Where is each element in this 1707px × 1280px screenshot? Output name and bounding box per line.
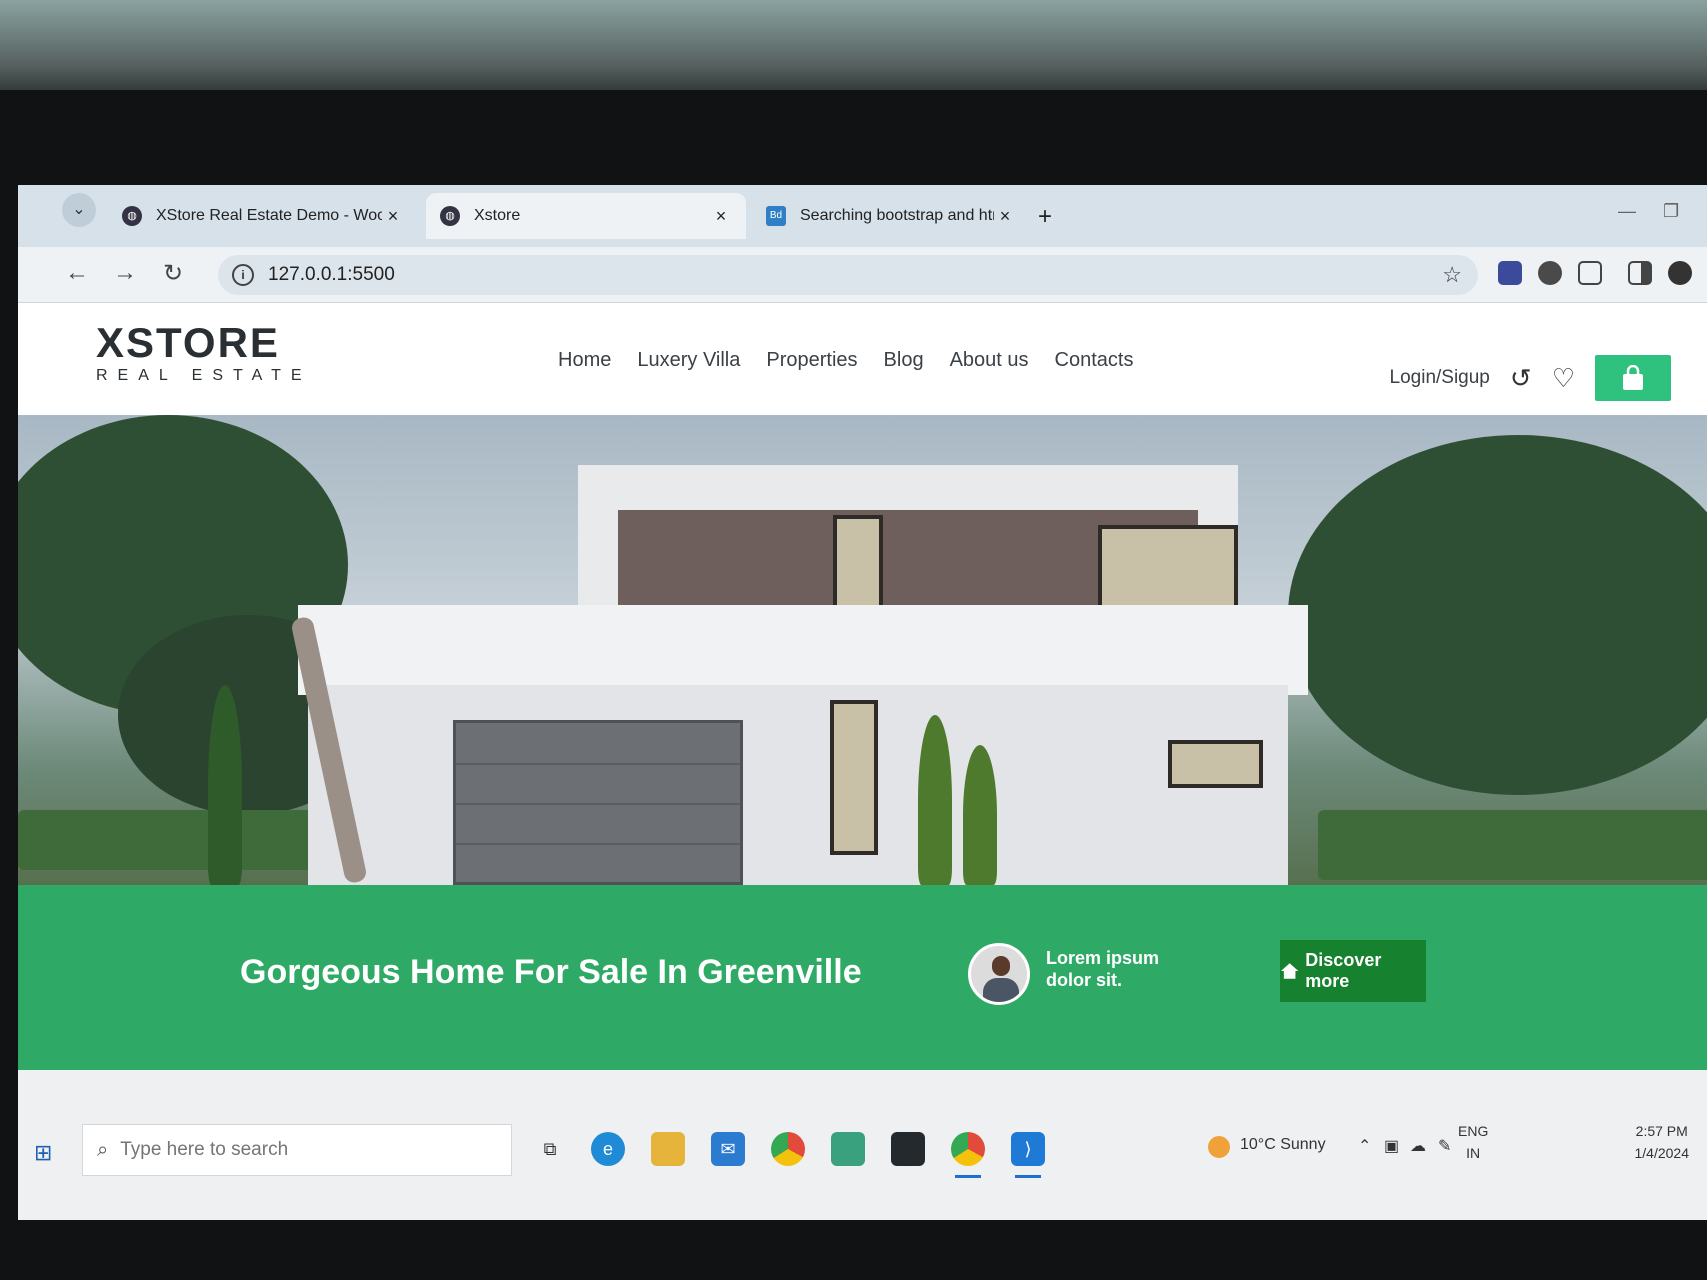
onedrive-icon[interactable]: ☁ [1410, 1136, 1426, 1156]
tab-title: Xstore [474, 207, 521, 224]
logo-main-text: XSTORE [96, 319, 280, 366]
globe-icon: ◍ [122, 206, 142, 226]
login-signup-link[interactable]: Login/Sigup [1390, 367, 1490, 389]
tab-xstore[interactable]: ◍ Xstore × [426, 193, 746, 239]
chrome-icon[interactable] [951, 1132, 985, 1178]
tab-title: XStore Real Estate Demo - Woo [156, 207, 382, 224]
file-explorer-icon[interactable] [651, 1132, 685, 1166]
menu-item-contacts[interactable]: Contacts [1055, 349, 1134, 372]
window [1168, 740, 1263, 788]
tab-bootstrap-search[interactable]: Bd Searching bootstrap and html e × [752, 193, 1030, 239]
screen: ⌄ ◍ XStore Real Estate Demo - Woo × ◍ Xs… [18, 185, 1707, 1220]
reload-icon[interactable]: ↻ [158, 259, 188, 288]
taskbar-search[interactable]: ⌕ [82, 1124, 512, 1176]
address-bar[interactable]: i 127.0.0.1:5500 ☆ [218, 255, 1478, 295]
menu-item-home[interactable]: Home [558, 349, 611, 372]
meet-icon[interactable]: ▣ [1384, 1136, 1399, 1156]
vscode-icon[interactable]: ⟩ [1011, 1132, 1045, 1178]
cypress-tree [963, 745, 997, 885]
garage-door [453, 720, 743, 885]
window [830, 700, 878, 855]
avatar-head [992, 956, 1010, 976]
menu-item-about[interactable]: About us [950, 349, 1029, 372]
minimize-icon[interactable]: — [1618, 201, 1636, 222]
pen-icon[interactable]: ✎ [1438, 1136, 1451, 1156]
main-menu: Home Luxery Villa Properties Blog About … [558, 349, 1133, 372]
agent-avatar[interactable] [968, 943, 1030, 1005]
clock-date: 1/4/2024 [1634, 1145, 1690, 1161]
hedge [1318, 810, 1707, 880]
menu-item-properties[interactable]: Properties [766, 349, 857, 372]
discover-more-label: Discover more [1305, 950, 1382, 991]
extension-icon[interactable] [1538, 261, 1562, 285]
system-clock[interactable]: 2:57 PM 1/4/2024 [1635, 1120, 1690, 1164]
agent-text: Lorem ipsum dolor sit. [1046, 948, 1160, 990]
taskbar: ⊞ ⌕ ⧉ e ✉ ⟩ 10°C Sunny ⌃ ▣ ☁ ✎ ENG IN 2:… [18, 1070, 1707, 1220]
site-info-icon[interactable]: i [232, 264, 254, 286]
compare-icon[interactable]: ↺ [1510, 363, 1532, 394]
browser-toolbar: ← → ↻ i 127.0.0.1:5500 ☆ [18, 247, 1707, 303]
hero-banner: Gorgeous Home For Sale In Greenville Lor… [18, 885, 1707, 1070]
discover-more-button[interactable]: Discover more [1280, 940, 1426, 1002]
mail-icon[interactable]: ✉ [711, 1132, 745, 1166]
puzzle-icon[interactable] [1578, 261, 1602, 285]
close-icon[interactable]: × [710, 206, 732, 227]
home-icon [1280, 963, 1299, 979]
header-actions: Login/Sigup ↺ ♡ [1390, 355, 1671, 401]
forward-arrow-icon[interactable]: → [110, 259, 140, 287]
chrome-icon[interactable] [771, 1132, 805, 1166]
tab-title: Searching bootstrap and html e [800, 207, 994, 224]
tab-search-button[interactable]: ⌄ [62, 193, 96, 227]
search-input[interactable] [120, 1139, 481, 1161]
back-arrow-icon[interactable]: ← [62, 259, 92, 287]
edge-icon[interactable]: e [591, 1132, 625, 1166]
cart-button[interactable] [1595, 355, 1671, 401]
shopping-bag-icon [1623, 365, 1643, 390]
weather-icon[interactable] [1208, 1136, 1230, 1158]
garage-panel-line [456, 843, 740, 845]
search-icon: ⌕ [97, 1138, 109, 1161]
logo-sub-text: REAL ESTATE [96, 367, 312, 384]
cypress-tree [918, 715, 952, 885]
extension-icon[interactable] [1498, 261, 1522, 285]
github-desktop-icon[interactable] [891, 1132, 925, 1166]
close-icon[interactable]: × [994, 206, 1016, 227]
avatar-body [983, 978, 1019, 1002]
weather-text[interactable]: 10°C Sunny [1240, 1136, 1326, 1154]
bookmark-star-icon[interactable]: ☆ [1442, 262, 1462, 288]
task-view-icon[interactable]: ⧉ [533, 1132, 567, 1166]
avatar[interactable] [1668, 261, 1692, 285]
globe-icon: ◍ [440, 206, 460, 226]
lang-bottom: IN [1466, 1145, 1481, 1161]
tab-xstore-demo[interactable]: ◍ XStore Real Estate Demo - Woo × [108, 193, 418, 239]
close-icon[interactable]: × [382, 206, 404, 227]
tree [1288, 435, 1707, 795]
cypress-tree [208, 685, 242, 885]
balcony [298, 605, 1308, 695]
clock-time: 2:57 PM [1635, 1123, 1688, 1139]
hero-image [18, 415, 1707, 885]
language-indicator[interactable]: ENG IN [1458, 1120, 1488, 1164]
new-tab-button[interactable]: + [1038, 203, 1052, 231]
side-panel-icon[interactable] [1628, 261, 1652, 285]
menu-item-luxury-villa[interactable]: Luxery Villa [637, 349, 740, 372]
garage-panel-line [456, 763, 740, 765]
site-header: XSTORE REAL ESTATE Home Luxery Villa Pro… [18, 303, 1707, 415]
hedge [18, 810, 318, 870]
menu-item-blog[interactable]: Blog [884, 349, 924, 372]
browser-tab-strip: ⌄ ◍ XStore Real Estate Demo - Woo × ◍ Xs… [18, 185, 1707, 247]
lang-top: ENG [1458, 1123, 1489, 1139]
chevron-up-icon[interactable]: ⌃ [1358, 1136, 1371, 1156]
garage-panel-line [456, 803, 740, 805]
site-logo[interactable]: XSTORE REAL ESTATE [96, 321, 312, 385]
windows-start-icon[interactable]: ⊞ [34, 1140, 52, 1166]
heart-icon[interactable]: ♡ [1552, 363, 1575, 394]
photos-icon[interactable] [831, 1132, 865, 1166]
url-text: 127.0.0.1:5500 [268, 264, 395, 285]
bootstrap-favicon-icon: Bd [766, 206, 786, 226]
maximize-icon[interactable]: ❐ [1663, 201, 1679, 222]
banner-title: Gorgeous Home For Sale In Greenville [240, 953, 862, 991]
